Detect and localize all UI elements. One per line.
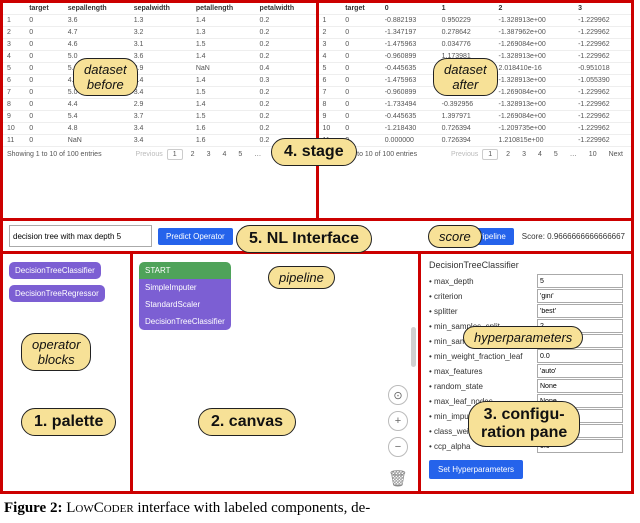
showing-text: Showing 1 to 10 of 100 entries [323, 151, 418, 158]
hparam-row: min_weight_fraction_leaf [429, 349, 623, 363]
hparam-label: max_depth [429, 277, 537, 286]
page-1[interactable]: 1 [167, 149, 183, 160]
hparam-label: ccp_alpha [429, 442, 537, 451]
dataset-before-table: targetsepallengthsepalwidthpetallengthpe… [3, 3, 316, 147]
page-1[interactable]: 1 [482, 149, 498, 160]
hparam-input[interactable] [537, 394, 623, 408]
zoom-out-icon[interactable]: − [388, 437, 408, 457]
trash-icon[interactable]: 🗑 [388, 469, 408, 489]
showing-text: Showing 1 to 10 of 100 entries [7, 151, 102, 158]
set-hyperparameters-button[interactable]: Set Hyperparameters [429, 460, 523, 479]
hparam-row: random_state [429, 379, 623, 393]
pager-after: Showing 1 to 10 of 100 entries Previous … [319, 147, 632, 162]
hparam-input[interactable] [537, 274, 623, 288]
hparam-input[interactable] [537, 289, 623, 303]
figure-caption: Figure 2: LowCoder interface with labele… [0, 494, 640, 517]
hparam-row: max_depth [429, 274, 623, 288]
hparam-label: min_samples_split [429, 322, 537, 331]
canvas-controls: ⊙ + − [388, 385, 408, 457]
prev-link[interactable]: Previous [451, 151, 478, 158]
stage-row: targetsepallengthsepalwidthpetallengthpe… [3, 3, 631, 221]
zoom-in-icon[interactable]: + [388, 411, 408, 431]
hparam-label: min_impurity_decrease [429, 412, 537, 421]
hparam-label: criterion [429, 292, 537, 301]
dataset-after-pane: target012310-0.8821930.950229-1.328913e+… [316, 3, 632, 218]
page-4[interactable]: 4 [534, 150, 546, 159]
nl-prompt-input[interactable] [9, 225, 152, 247]
hparam-row: splitter [429, 304, 623, 318]
config-title: DecisionTreeClassifier [429, 260, 623, 270]
page-10[interactable]: 10 [585, 150, 601, 159]
hparam-input[interactable] [537, 439, 623, 453]
hparam-row: class_weight [429, 424, 623, 438]
hparam-label: min_weight_fraction_leaf [429, 352, 537, 361]
palette-pane: DecisionTreeClassifier DecisionTreeRegre… [3, 254, 133, 494]
page-4[interactable]: 4 [218, 150, 230, 159]
predict-operator-button[interactable]: Predict Operator [158, 228, 233, 245]
page-5[interactable]: 5 [550, 150, 562, 159]
stack-block[interactable]: DecisionTreeClassifier [139, 313, 231, 330]
nl-left: Predict Operator [3, 225, 452, 247]
hparam-row: min_impurity_decrease [429, 409, 623, 423]
run-pipeline-button[interactable]: Run Pipeline [452, 228, 513, 245]
hparam-label: splitter [429, 307, 537, 316]
score-text: Score: 0.9666666666666667 [522, 232, 625, 241]
hparam-row: criterion [429, 289, 623, 303]
hparam-input[interactable] [537, 334, 623, 348]
palette-block[interactable]: DecisionTreeClassifier [9, 262, 101, 279]
page-2[interactable]: 2 [187, 150, 199, 159]
score-area: Run Pipeline Score: 0.9666666666666667 [452, 228, 631, 245]
hparam-label: max_features [429, 367, 537, 376]
page-3[interactable]: 3 [203, 150, 215, 159]
nl-row: Predict Operator Run Pipeline Score: 0.9… [3, 221, 631, 254]
stack-block[interactable]: SimpleImputer [139, 279, 231, 296]
editor-row: DecisionTreeClassifier DecisionTreeRegre… [3, 254, 631, 494]
hparam-input[interactable] [537, 364, 623, 378]
pipeline-stack[interactable]: START SimpleImputer StandardScaler Decis… [139, 262, 231, 330]
palette-block[interactable]: DecisionTreeRegressor [9, 285, 105, 302]
hparam-label: random_state [429, 382, 537, 391]
next-link[interactable]: Next [605, 150, 627, 159]
prev-link[interactable]: Previous [136, 151, 163, 158]
page-ell: … [566, 150, 581, 159]
hparam-label: max_leaf_nodes [429, 397, 537, 406]
hparam-row: ccp_alpha [429, 439, 623, 453]
hparam-input[interactable] [537, 304, 623, 318]
page-5[interactable]: 5 [234, 150, 246, 159]
hparam-row: min_samples_leaf [429, 334, 623, 348]
hparam-row: min_samples_split [429, 319, 623, 333]
hparam-input[interactable] [537, 409, 623, 423]
page-10[interactable]: 10 [269, 150, 285, 159]
figure-frame: targetsepallengthsepalwidthpetallengthpe… [0, 0, 634, 494]
hparam-label: min_samples_leaf [429, 337, 537, 346]
page-3[interactable]: 3 [518, 150, 530, 159]
canvas-pane[interactable]: START SimpleImputer StandardScaler Decis… [133, 254, 421, 494]
page-2[interactable]: 2 [502, 150, 514, 159]
hparam-input[interactable] [537, 319, 623, 333]
hparam-row: max_features [429, 364, 623, 378]
dataset-after-table: target012310-0.8821930.950229-1.328913e+… [319, 3, 632, 147]
hparam-input[interactable] [537, 379, 623, 393]
hparam-input[interactable] [537, 424, 623, 438]
config-pane: DecisionTreeClassifier max_depth criterio… [421, 254, 631, 494]
stack-block[interactable]: StandardScaler [139, 296, 231, 313]
next-link[interactable]: Next [289, 150, 311, 159]
hparam-input[interactable] [537, 349, 623, 363]
zoom-target-icon[interactable]: ⊙ [388, 385, 408, 405]
hparam-label: class_weight [429, 427, 537, 436]
dataset-before-pane: targetsepallengthsepalwidthpetallengthpe… [3, 3, 316, 218]
page-ell: … [250, 150, 265, 159]
stack-block-start[interactable]: START [139, 262, 231, 279]
pager-before: Showing 1 to 10 of 100 entries Previous … [3, 147, 316, 162]
hparam-row: max_leaf_nodes [429, 394, 623, 408]
canvas-scrollbar[interactable] [411, 327, 416, 367]
